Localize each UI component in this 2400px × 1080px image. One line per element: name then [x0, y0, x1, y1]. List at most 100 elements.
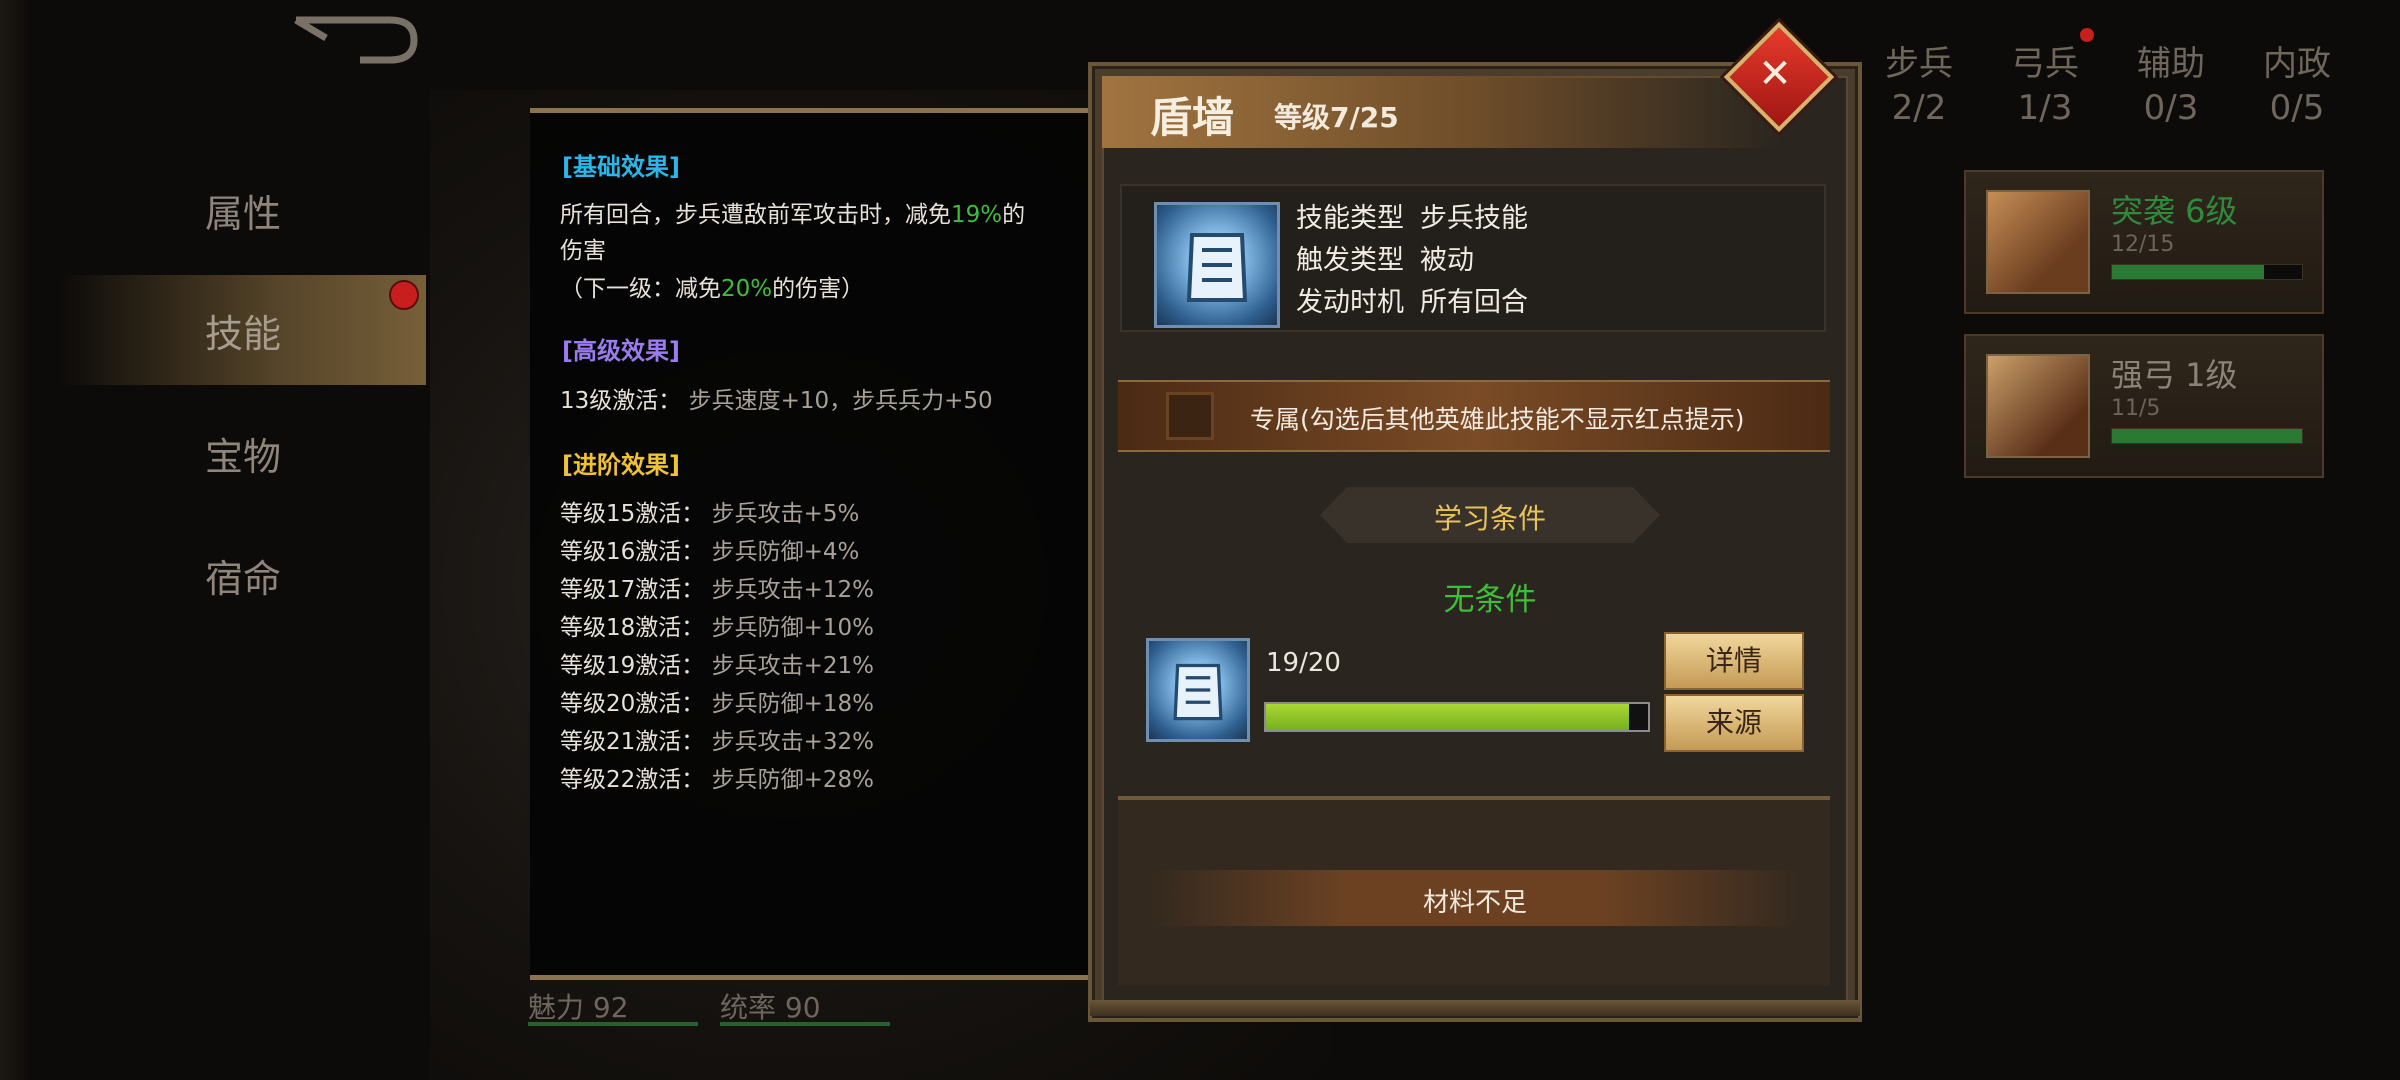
notification-dot: [389, 280, 419, 310]
stat-underline: [528, 1022, 698, 1026]
tab-label: 宝物: [204, 434, 281, 479]
category-count: 0/3: [2143, 88, 2199, 128]
promotion-line: 等级21激活： 步兵攻击+32%: [560, 722, 874, 756]
category-archer[interactable]: 弓兵 1/3: [1982, 28, 2108, 130]
promotion-effect-header: [进阶效果]: [562, 451, 680, 479]
label: 等级21激活：: [560, 729, 705, 755]
skill-name: 盾墙: [1150, 93, 1235, 142]
label: 等级18激活：: [560, 615, 705, 641]
info-value: 所有回合: [1420, 287, 1528, 318]
info-value: 被动: [1420, 245, 1474, 276]
stat-charm: 魅力 92: [528, 991, 629, 1024]
basic-effect-line: 所有回合，步兵遭敌前军攻击时，减免19%的: [560, 195, 1025, 229]
text: 所有回合，步兵遭敌前军攻击时，减免: [560, 202, 951, 228]
value: 19%: [951, 202, 1003, 228]
skill-card-progress-bar: [2111, 264, 2303, 280]
category-support[interactable]: 辅助 0/3: [2108, 42, 2234, 130]
tab-label: 宿命: [204, 556, 281, 601]
stat-command: 统率 90: [720, 991, 821, 1024]
progress-fill: [1266, 704, 1629, 730]
category-count: 1/3: [2017, 88, 2073, 128]
text: 的伤害）: [772, 276, 865, 302]
info-key: 技能类型: [1296, 203, 1404, 234]
value: 步兵速度+10，步兵兵力+50: [688, 388, 993, 414]
tab-skills[interactable]: 技能: [60, 275, 426, 385]
progress-fill: [2112, 265, 2264, 279]
value: 步兵攻击+32%: [711, 729, 874, 755]
skill-category-bar: 步兵 2/2 弓兵 1/3 辅助 0/3 内政 0/5: [1856, 28, 2360, 130]
category-infantry[interactable]: 步兵 2/2: [1856, 42, 1982, 130]
promotion-line: 等级18激活： 步兵防御+10%: [560, 608, 874, 642]
skill-effect-panel: [基础效果] 所有回合，步兵遭敌前军攻击时，减免19%的 伤害 （下一级：减免2…: [530, 108, 1106, 980]
label: 13级激活：: [560, 388, 682, 414]
condition-value: 无条件: [1443, 582, 1537, 618]
category-label: 弓兵: [2011, 44, 2079, 84]
promotion-line: 等级22激活： 步兵防御+28%: [560, 760, 874, 794]
advanced-effect-line: 13级激活： 步兵速度+10，步兵兵力+50: [560, 381, 993, 415]
details-button[interactable]: 详情: [1664, 632, 1804, 690]
skill-card-progress: 12/15: [2111, 232, 2175, 257]
skill-card[interactable]: 强弓 1级 11/5: [1964, 334, 2324, 478]
text: 的: [1002, 202, 1026, 228]
label: 等级15激活：: [560, 501, 705, 527]
tab-attributes[interactable]: 属性: [60, 155, 426, 265]
category-label: 内政: [2263, 44, 2331, 84]
next-level-line: （下一级：减免20%的伤害）: [560, 269, 864, 303]
progress-fill: [2112, 429, 2302, 443]
promotion-line: 等级16激活： 步兵防御+4%: [560, 532, 859, 566]
category-count: 0/5: [2269, 88, 2325, 128]
basic-effect-header: [基础效果]: [562, 153, 680, 181]
promotion-line: 等级17激活： 步兵攻击+12%: [560, 570, 874, 604]
info-skill-type: 技能类型 步兵技能: [1296, 196, 1528, 235]
material-icon: [1146, 638, 1250, 742]
value: 步兵防御+28%: [711, 767, 874, 793]
advanced-effect-header: [高级效果]: [562, 337, 680, 365]
skill-card-progress-bar: [2111, 428, 2303, 444]
skill-card-icon: [1986, 190, 2090, 294]
back-arrow-icon[interactable]: [290, 16, 420, 66]
label: 等级19激活：: [560, 653, 705, 679]
status-text: 材料不足: [1422, 888, 1527, 918]
source-button[interactable]: 来源: [1664, 694, 1804, 752]
material-progress-bar: [1264, 702, 1650, 732]
left-edge: [0, 0, 30, 1080]
category-count: 2/2: [1891, 88, 1947, 128]
label: 等级17激活：: [560, 577, 705, 603]
condition-title: 学习条件: [1433, 502, 1546, 535]
skill-card-icon: [1986, 354, 2090, 458]
value: 步兵攻击+21%: [711, 653, 874, 679]
info-value: 步兵技能: [1420, 203, 1528, 234]
info-timing: 发动时机 所有回合: [1296, 280, 1528, 319]
shield-wall-skill-icon: [1154, 202, 1280, 328]
value: 步兵攻击+12%: [711, 577, 874, 603]
exclusive-label: 专属(勾选后其他英雄此技能不显示红点提示): [1250, 405, 1745, 434]
category-domestic[interactable]: 内政 0/5: [2234, 42, 2360, 130]
label: 等级16激活：: [560, 539, 705, 565]
category-label: 辅助: [2137, 44, 2205, 84]
exclusive-checkbox[interactable]: [1166, 392, 1214, 440]
notification-dot: [2080, 28, 2094, 42]
info-key: 发动时机: [1296, 287, 1404, 318]
label: 等级22激活：: [560, 767, 705, 793]
dialog-bottom-trim: [1090, 1000, 1860, 1016]
close-icon[interactable]: ✕: [1752, 54, 1798, 94]
skill-card[interactable]: 突袭 6级 12/15: [1964, 170, 2324, 314]
label: 等级20激活：: [560, 691, 705, 717]
skill-card-name: 突袭 6级: [2111, 192, 2238, 230]
value: 步兵防御+18%: [711, 691, 874, 717]
promotion-line: 等级19激活： 步兵攻击+21%: [560, 646, 874, 680]
tab-treasure[interactable]: 宝物: [60, 398, 426, 508]
value: 20%: [721, 276, 773, 302]
category-label: 步兵: [1885, 44, 1953, 84]
basic-effect-line: 伤害: [560, 238, 606, 264]
skill-level: 等级7/25: [1274, 101, 1399, 134]
info-key: 触发类型: [1296, 245, 1404, 276]
promotion-line: 等级15激活： 步兵攻击+5%: [560, 494, 859, 528]
tab-label: 属性: [204, 191, 281, 236]
text: （下一级：减免: [560, 276, 721, 302]
material-count: 19/20: [1266, 648, 1341, 678]
tab-destiny[interactable]: 宿命: [60, 520, 426, 630]
tab-label: 技能: [204, 311, 281, 356]
stat-underline: [720, 1022, 890, 1026]
value: 步兵防御+10%: [711, 615, 874, 641]
